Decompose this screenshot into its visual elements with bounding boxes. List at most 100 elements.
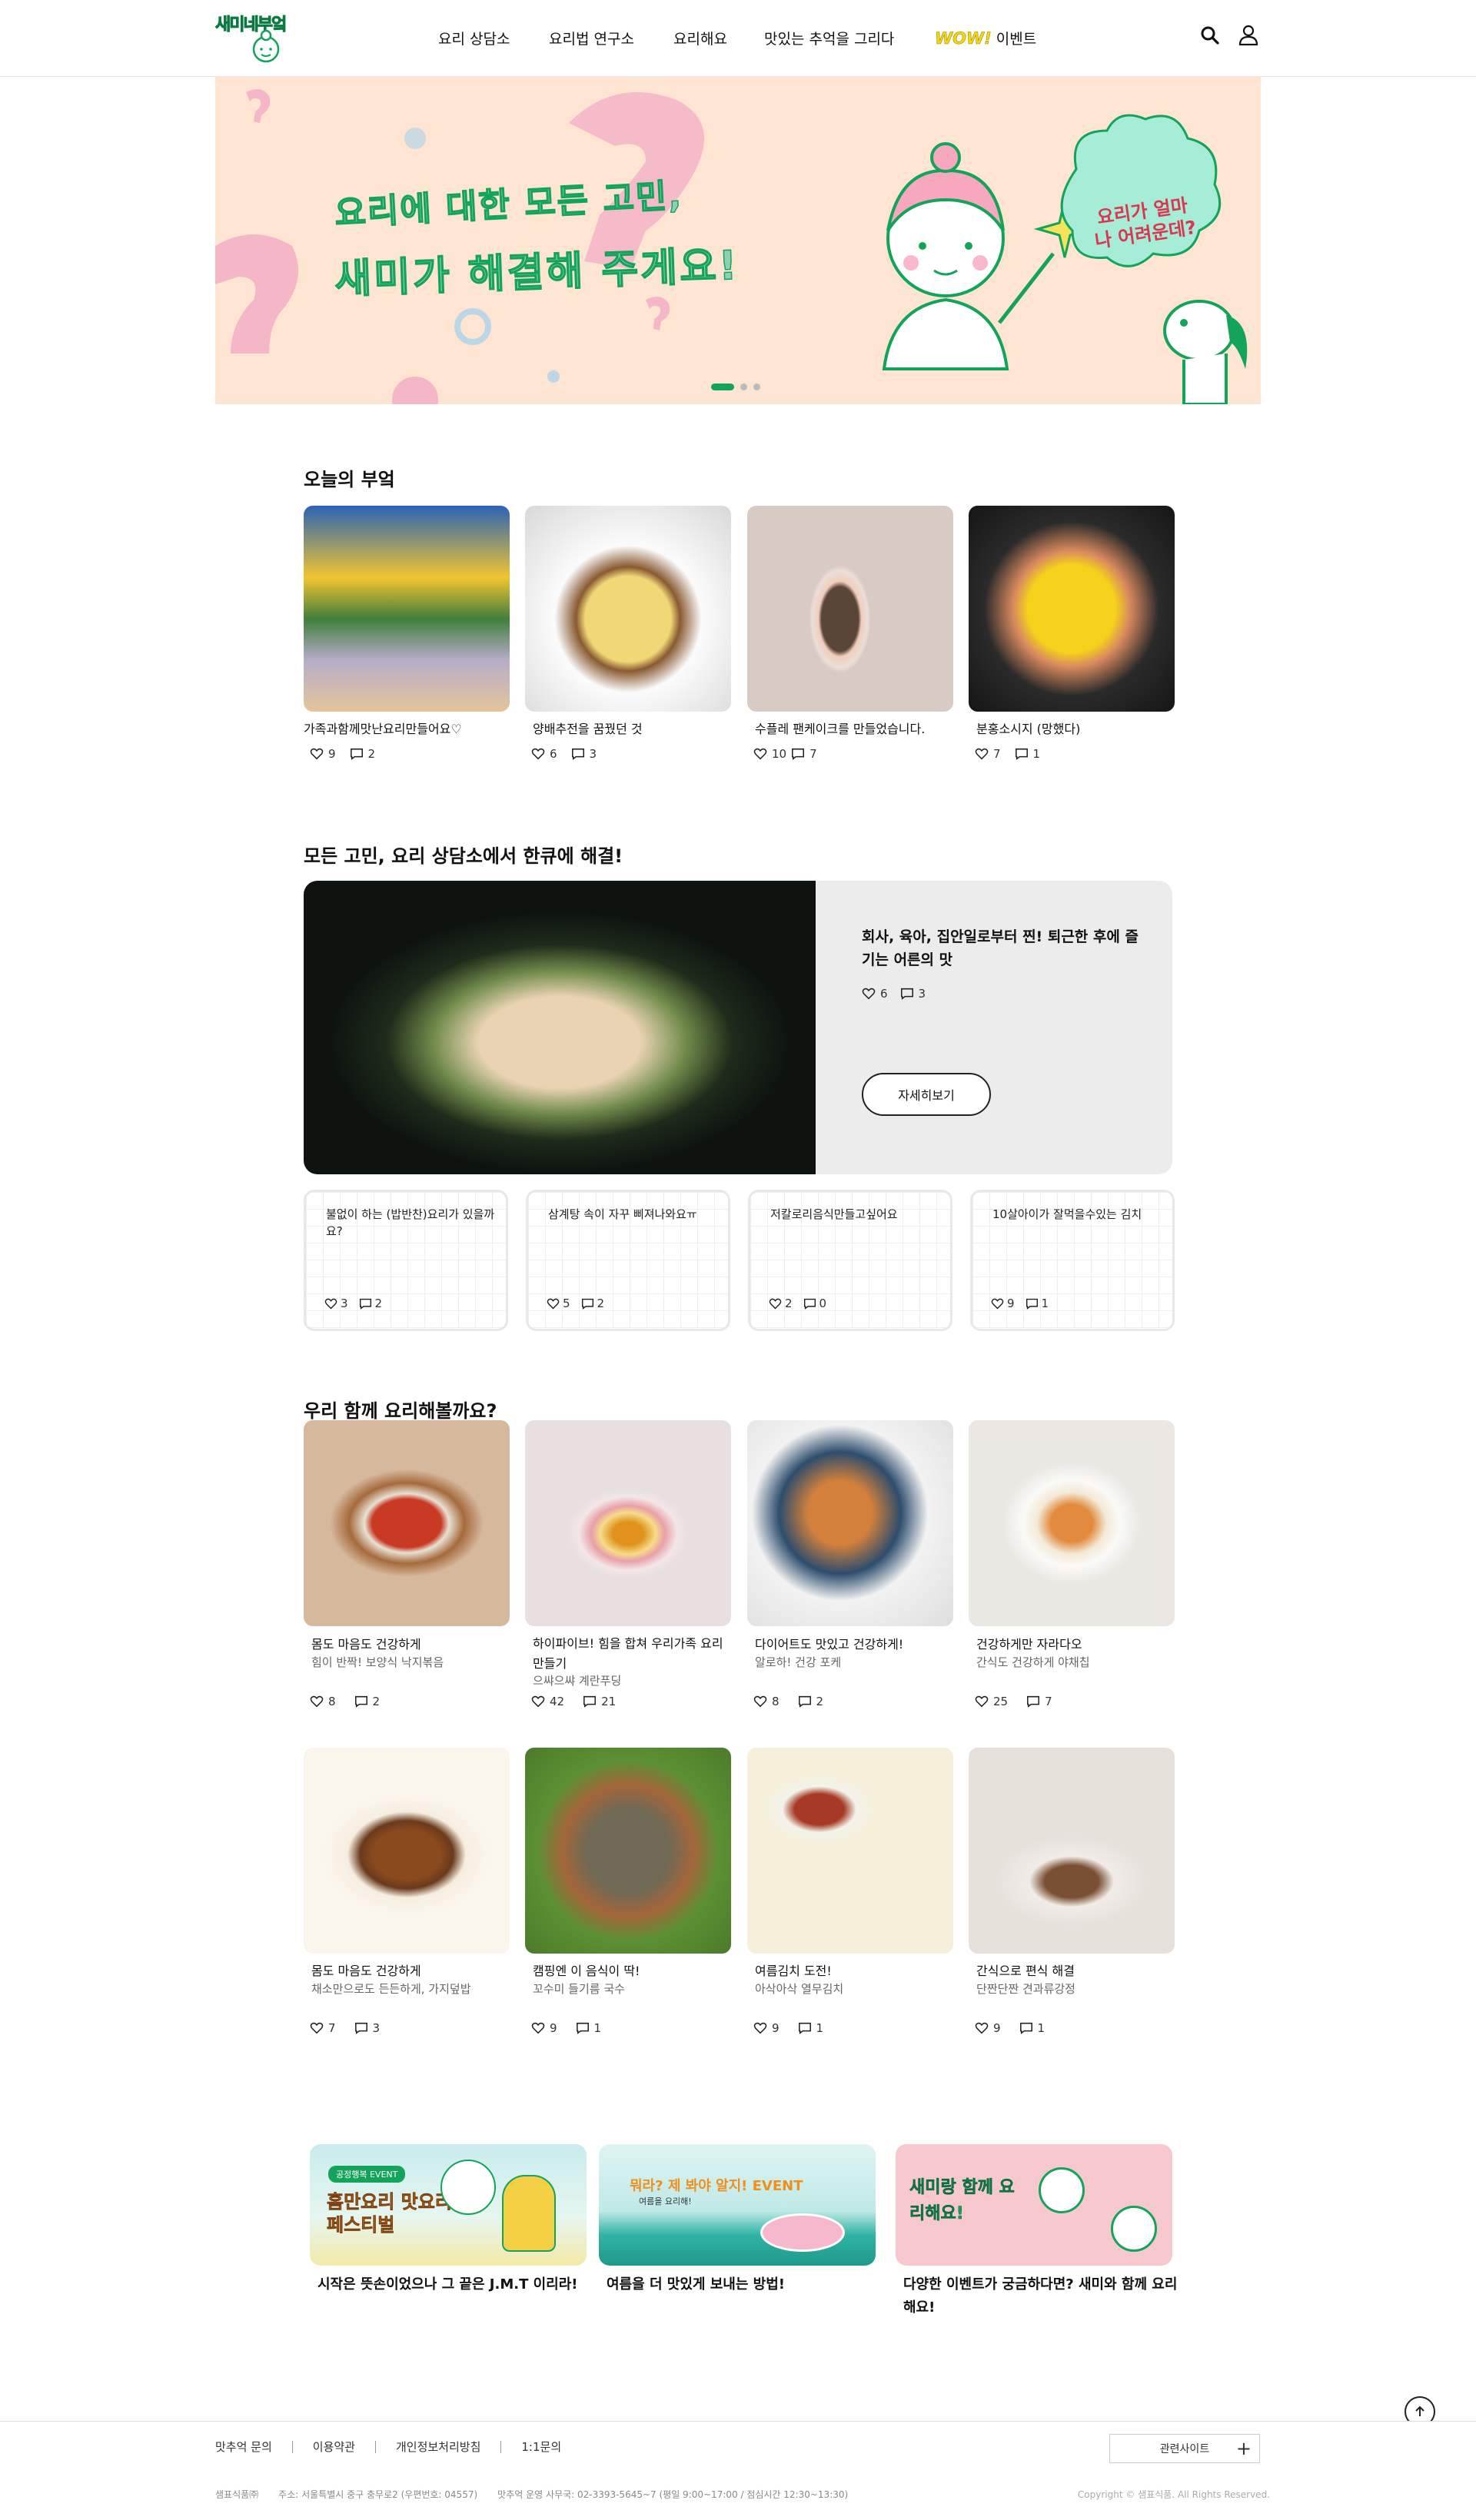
heart-icon[interactable] bbox=[753, 2021, 767, 2035]
comment-icon[interactable] bbox=[1015, 747, 1029, 761]
today-caption[interactable]: 가족과함께맛난요리만들어요♡ bbox=[304, 719, 510, 737]
comment-icon[interactable] bbox=[1026, 1695, 1040, 1708]
heart-icon[interactable] bbox=[531, 2021, 545, 2035]
heart-icon[interactable] bbox=[991, 1297, 1004, 1310]
user-icon[interactable] bbox=[1238, 25, 1258, 46]
hero-dot[interactable] bbox=[740, 383, 747, 390]
view-details-button[interactable]: 자세히보기 bbox=[862, 1073, 991, 1116]
heart-icon[interactable] bbox=[310, 2021, 324, 2035]
today-photo-2[interactable] bbox=[525, 506, 731, 712]
heart-icon[interactable] bbox=[753, 747, 767, 761]
today-caption[interactable]: 수플레 팬케이크를 만들었습니다. bbox=[755, 719, 953, 737]
event-banner-1[interactable]: 공정행복 EVENT 홈만요리 맛요리 페스티벌 bbox=[310, 2144, 587, 2266]
question-card[interactable]: 10살아이가 잘먹을수있는 김치 9 1 bbox=[970, 1190, 1175, 1331]
recipe-title[interactable]: 간식으로 편식 해결 bbox=[976, 1961, 1175, 1979]
nav-lets-cook[interactable]: 요리해요 bbox=[673, 28, 727, 48]
hero-banner[interactable]: 요리에 대한 모든 고민, 새미가 해결해 주게요! 요리가 얼마나 어려운데? bbox=[215, 77, 1261, 404]
today-photo-4[interactable] bbox=[969, 506, 1175, 712]
heart-icon[interactable] bbox=[862, 987, 876, 1001]
recipe-title[interactable]: 몸도 마음도 건강하게 bbox=[311, 1634, 510, 1652]
recipe-photo-8[interactable] bbox=[969, 1748, 1175, 1954]
recipe-photo-2[interactable] bbox=[525, 1420, 731, 1626]
hero-dot[interactable] bbox=[753, 383, 760, 390]
recipe-photo-5[interactable] bbox=[304, 1748, 510, 1954]
featured-consult-photo[interactable] bbox=[304, 881, 816, 1174]
comment-icon[interactable] bbox=[571, 747, 585, 761]
question-stats: 9 1 bbox=[991, 1297, 1049, 1310]
footer-link-inquiry[interactable]: 1:1문의 bbox=[521, 2439, 561, 2455]
comment-count: 2 bbox=[372, 1695, 381, 1708]
comment-icon[interactable] bbox=[359, 1297, 372, 1310]
nav-event[interactable]: WOW! 이벤트 bbox=[935, 28, 1037, 48]
comment-icon[interactable] bbox=[354, 2021, 368, 2035]
footer-link-contact[interactable]: 맛추억 문의 bbox=[215, 2439, 272, 2455]
recipe-photo-4[interactable] bbox=[969, 1420, 1175, 1626]
like-count: 8 bbox=[328, 1695, 336, 1708]
today-caption[interactable]: 양배추전을 꿈꿨던 것 bbox=[533, 719, 731, 737]
hero-dot-active[interactable] bbox=[711, 383, 734, 390]
footer-address: 주소: 서울특별시 중구 충무로2 (우편번호: 04557) bbox=[278, 2489, 478, 2500]
question-card[interactable]: 저칼로리음식만들고싶어요 2 0 bbox=[748, 1190, 952, 1331]
search-icon[interactable] bbox=[1200, 25, 1220, 45]
comment-icon[interactable] bbox=[576, 2021, 590, 2035]
comment-icon[interactable] bbox=[791, 747, 805, 761]
event-speech-bubble bbox=[440, 2160, 496, 2215]
comment-icon[interactable] bbox=[581, 1297, 594, 1310]
heart-icon[interactable] bbox=[547, 1297, 560, 1310]
recipe-subtitle: 알로하! 건강 포케 bbox=[755, 1655, 842, 1669]
footer-link-privacy[interactable]: 개인정보처리방침 bbox=[396, 2439, 480, 2455]
comment-icon[interactable] bbox=[350, 747, 364, 761]
event-caption[interactable]: 다양한 이벤트가 궁금하다면? 새미와 함께 요리해요! bbox=[903, 2273, 1188, 2319]
event-banner-2[interactable]: 뭐라? 제 봐야 알지! EVENT 여름을 요리해! bbox=[599, 2144, 876, 2266]
question-card[interactable]: 불없이 하는 (밥반찬)요리가 있을까요? 3 2 bbox=[304, 1190, 508, 1331]
heart-icon[interactable] bbox=[975, 747, 989, 761]
nav-cooking-consult[interactable]: 요리 상담소 bbox=[438, 28, 510, 48]
heart-icon[interactable] bbox=[531, 747, 545, 761]
recipe-title[interactable]: 몸도 마음도 건강하게 bbox=[311, 1961, 510, 1979]
comment-icon[interactable] bbox=[900, 987, 914, 1001]
comment-icon[interactable] bbox=[1026, 1297, 1039, 1310]
heart-icon[interactable] bbox=[324, 1297, 337, 1310]
heart-icon[interactable] bbox=[975, 1695, 989, 1708]
heart-icon[interactable] bbox=[531, 1695, 545, 1708]
nav-tasty-memories[interactable]: 맛있는 추억을 그리다 bbox=[764, 28, 894, 48]
featured-consult-title[interactable]: 회사, 육아, 집안일로부터 찐! 퇴근한 후에 즐기는 어른의 맛 bbox=[862, 925, 1139, 971]
today-caption[interactable]: 분홍소시지 (망했다) bbox=[976, 719, 1175, 737]
event-caption[interactable]: 시작은 뜻손이었으나 그 끝은 J.M.T 이리라! bbox=[317, 2273, 578, 2296]
comment-icon[interactable] bbox=[1019, 2021, 1033, 2035]
recipe-subtitle: 채소만으로도 든든하게, 가지덮밥 bbox=[311, 1982, 471, 1996]
event-caption[interactable]: 여름을 더 맛있게 보내는 방법! bbox=[607, 2273, 785, 2296]
today-photo-1[interactable] bbox=[304, 506, 510, 712]
today-photo-3[interactable] bbox=[747, 506, 953, 712]
recipe-title[interactable]: 다이어트도 맛있고 건강하게! bbox=[755, 1634, 953, 1652]
recipe-photo-7[interactable] bbox=[747, 1748, 953, 1954]
event-banner-3[interactable]: 새미랑 함께 요리해요! bbox=[896, 2144, 1172, 2266]
question-card[interactable]: 삼계탕 속이 자꾸 삐져나와요ㅠ 5 2 bbox=[526, 1190, 730, 1331]
recipe-title[interactable]: 건강하게만 자라다오 bbox=[976, 1634, 1175, 1652]
comment-icon[interactable] bbox=[798, 1695, 812, 1708]
related-sites-select[interactable]: 관련사이트 + bbox=[1109, 2434, 1260, 2463]
comment-count: 2 bbox=[367, 747, 376, 761]
comment-icon[interactable] bbox=[803, 1297, 816, 1310]
recipe-photo-3[interactable] bbox=[747, 1420, 953, 1626]
recipe-title[interactable]: 여름김치 도전! bbox=[755, 1961, 953, 1979]
site-footer: 맛추억 문의 이용약관 개인정보처리방침 1:1문의 관련사이트 + 샘표식품㈜… bbox=[0, 2421, 1476, 2520]
heart-icon[interactable] bbox=[975, 2021, 989, 2035]
recipe-photo-1[interactable] bbox=[304, 1420, 510, 1626]
featured-consult-card[interactable]: 회사, 육아, 집안일로부터 찐! 퇴근한 후에 즐기는 어른의 맛 6 3 자… bbox=[304, 881, 1172, 1174]
recipe-photo-6[interactable] bbox=[525, 1748, 731, 1954]
recipe-title[interactable]: 캠핑엔 이 음식이 딱! bbox=[533, 1961, 731, 1979]
question-text: 저칼로리음식만들고싶어요 bbox=[770, 1207, 898, 1221]
nav-recipe-lab[interactable]: 요리법 연구소 bbox=[549, 28, 634, 48]
recipe-title[interactable]: 하이파이브! 힘을 합쳐 우리가족 요리 만들기 bbox=[533, 1634, 731, 1674]
comment-icon[interactable] bbox=[354, 1695, 368, 1708]
comment-icon[interactable] bbox=[798, 2021, 812, 2035]
footer-link-terms[interactable]: 이용약관 bbox=[313, 2439, 355, 2455]
comment-count: 3 bbox=[589, 747, 597, 761]
comment-icon[interactable] bbox=[583, 1695, 597, 1708]
heart-icon[interactable] bbox=[310, 747, 324, 761]
site-logo[interactable]: 새미네부엌 bbox=[214, 9, 292, 68]
heart-icon[interactable] bbox=[310, 1695, 324, 1708]
heart-icon[interactable] bbox=[753, 1695, 767, 1708]
heart-icon[interactable] bbox=[769, 1297, 782, 1310]
